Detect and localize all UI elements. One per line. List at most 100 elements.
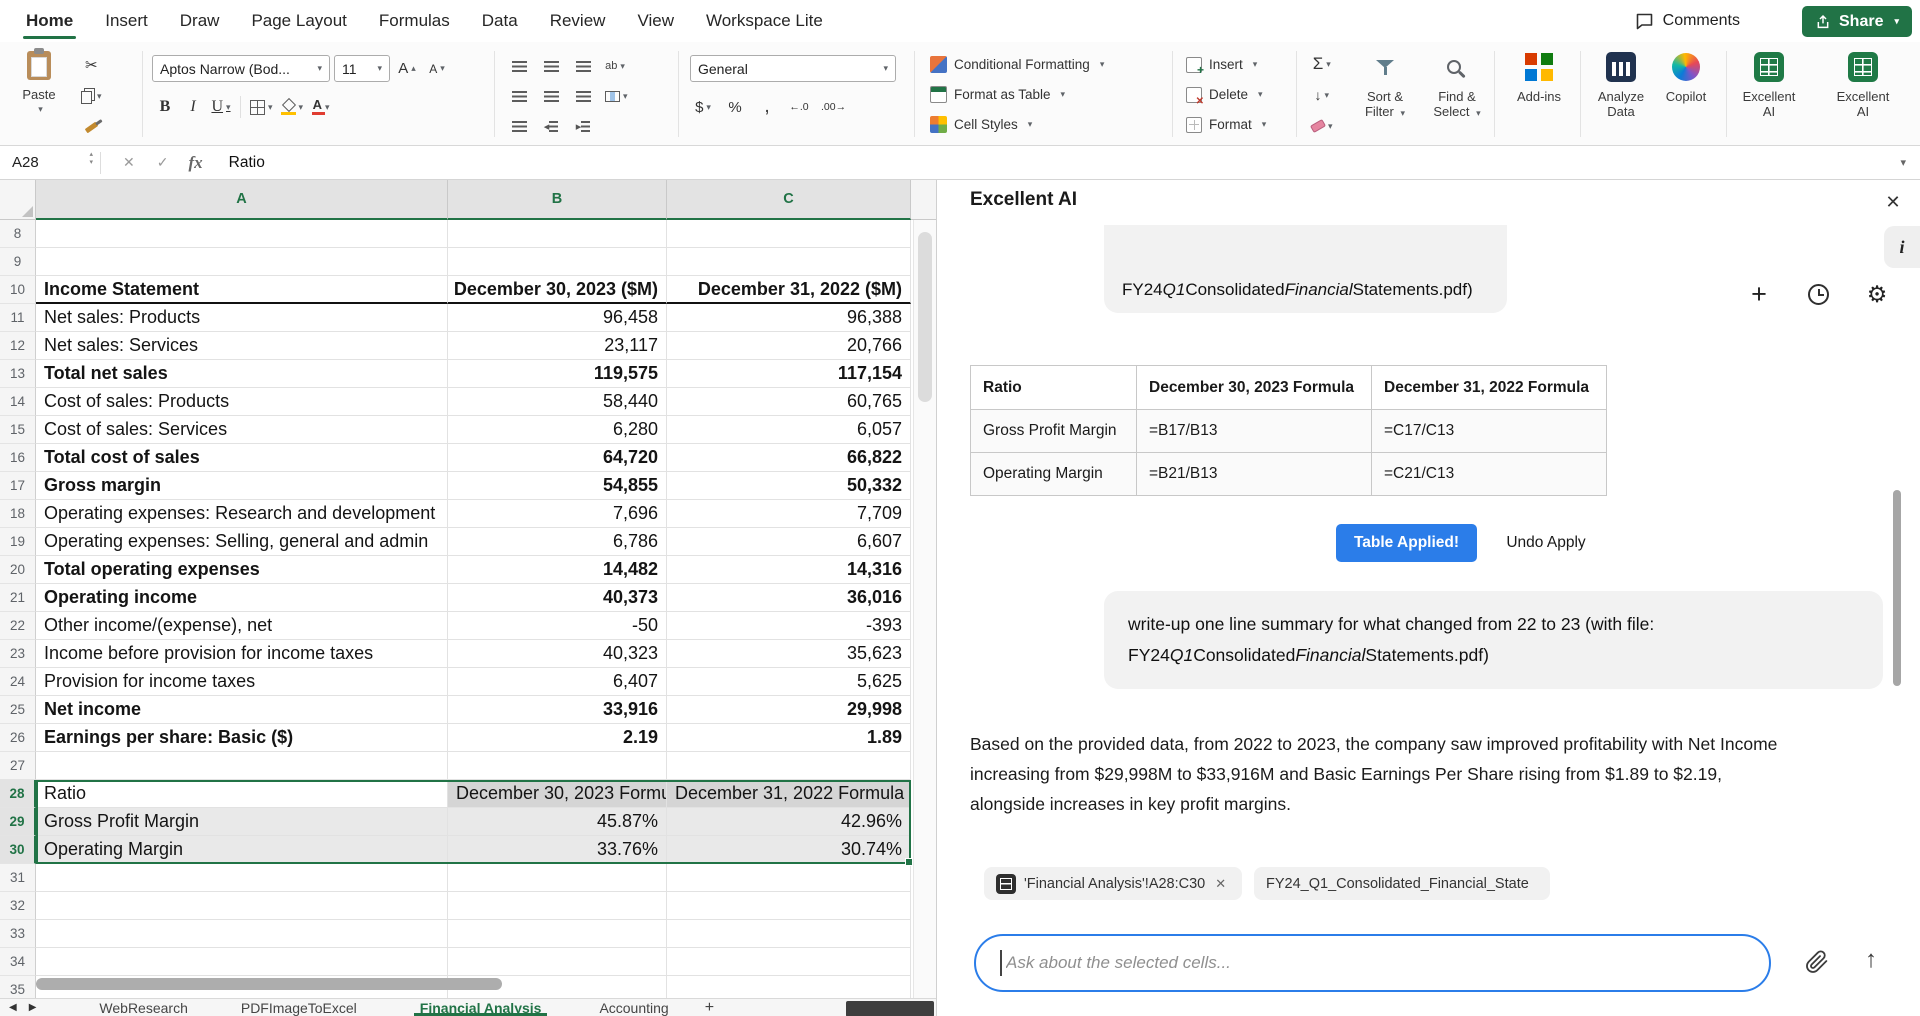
sheet-tab-webresearch[interactable]: WebResearch bbox=[85, 999, 201, 1016]
panel-scrollbar-thumb[interactable] bbox=[1893, 490, 1901, 686]
sheet-tab-pdfimagetoexcel[interactable]: PDFImageToExcel bbox=[227, 999, 371, 1016]
row-header-26[interactable]: 26 bbox=[0, 724, 36, 752]
percent-style-button[interactable]: % bbox=[722, 94, 748, 120]
cancel-entry-icon[interactable]: ✕ bbox=[123, 154, 135, 171]
font-color-button[interactable]: A▾ bbox=[308, 94, 334, 120]
cell-B10[interactable]: December 30, 2023 ($M) bbox=[448, 276, 667, 304]
cell-A11[interactable]: Net sales: Products bbox=[36, 304, 448, 332]
cell-A34[interactable] bbox=[36, 948, 448, 976]
cell-B25[interactable]: 33,916 bbox=[448, 696, 667, 724]
sort-filter-button[interactable]: Sort & Filter ▾ bbox=[1352, 50, 1418, 119]
row-header-14[interactable]: 14 bbox=[0, 388, 36, 416]
cell-C23[interactable]: 35,623 bbox=[667, 640, 911, 668]
fx-icon[interactable]: fx bbox=[188, 153, 202, 173]
cell-A16[interactable]: Total cost of sales bbox=[36, 444, 448, 472]
cell-A21[interactable]: Operating income bbox=[36, 584, 448, 612]
cell-B30[interactable]: 33.76% bbox=[448, 836, 667, 864]
select-all-corner[interactable] bbox=[0, 180, 36, 220]
cell-B33[interactable] bbox=[448, 920, 667, 948]
row-header-18[interactable]: 18 bbox=[0, 500, 36, 528]
cell-C14[interactable]: 60,765 bbox=[667, 388, 911, 416]
align-middle-button[interactable] bbox=[538, 53, 564, 79]
horizontal-scrollbar-thumb[interactable] bbox=[36, 978, 502, 990]
find-select-button[interactable]: Find & Select ▾ bbox=[1424, 50, 1490, 119]
history-button[interactable] bbox=[1802, 278, 1834, 310]
row-header-9[interactable]: 9 bbox=[0, 248, 36, 276]
sheet-tab-financial-analysis[interactable]: Financial Analysis bbox=[406, 999, 556, 1016]
sheet-nav-right-icon[interactable]: ▶ bbox=[29, 1002, 37, 1013]
row-header-10[interactable]: 10 bbox=[0, 276, 36, 304]
cell-B15[interactable]: 6,280 bbox=[448, 416, 667, 444]
bold-button[interactable]: B bbox=[152, 94, 178, 120]
cell-B28[interactable]: December 30, 2023 Formula bbox=[448, 780, 667, 808]
accounting-format-button[interactable]: $▾ bbox=[690, 94, 716, 120]
send-button[interactable]: ↑ bbox=[1855, 944, 1887, 976]
menu-tab-insert[interactable]: Insert bbox=[89, 0, 164, 42]
cell-A15[interactable]: Cost of sales: Services bbox=[36, 416, 448, 444]
row-header-22[interactable]: 22 bbox=[0, 612, 36, 640]
cell-B31[interactable] bbox=[448, 864, 667, 892]
cell-C10[interactable]: December 31, 2022 ($M) bbox=[667, 276, 911, 304]
align-left-button[interactable] bbox=[506, 83, 532, 109]
cell-C21[interactable]: 36,016 bbox=[667, 584, 911, 612]
merge-center-button[interactable]: ▾ bbox=[602, 83, 631, 109]
paste-button[interactable]: Paste ▾ bbox=[10, 48, 68, 114]
row-header-8[interactable]: 8 bbox=[0, 220, 36, 248]
column-header-C[interactable]: C bbox=[667, 180, 911, 220]
cell-A9[interactable] bbox=[36, 248, 448, 276]
cell-C11[interactable]: 96,388 bbox=[667, 304, 911, 332]
align-right-button[interactable] bbox=[570, 83, 596, 109]
cell-styles-button[interactable]: Cell Styles▾ bbox=[930, 111, 1166, 138]
chip-close-icon[interactable]: ✕ bbox=[1215, 876, 1226, 892]
vertical-scrollbar-thumb[interactable] bbox=[918, 232, 932, 402]
cell-A12[interactable]: Net sales: Services bbox=[36, 332, 448, 360]
menu-tab-view[interactable]: View bbox=[621, 0, 690, 42]
cell-A24[interactable]: Provision for income taxes bbox=[36, 668, 448, 696]
cell-C32[interactable] bbox=[667, 892, 911, 920]
row-header-13[interactable]: 13 bbox=[0, 360, 36, 388]
cell-A30[interactable]: Operating Margin bbox=[36, 836, 448, 864]
name-box[interactable]: A28 ▴▾ bbox=[0, 146, 100, 179]
comma-style-button[interactable]: , bbox=[754, 94, 780, 120]
fill-handle[interactable] bbox=[905, 858, 913, 866]
menu-tab-home[interactable]: Home bbox=[10, 0, 89, 42]
cell-B34[interactable] bbox=[448, 948, 667, 976]
cell-B12[interactable]: 23,117 bbox=[448, 332, 667, 360]
cell-B18[interactable]: 7,696 bbox=[448, 500, 667, 528]
format-as-table-button[interactable]: Format as Table▾ bbox=[930, 81, 1166, 108]
insert-cells-button[interactable]: Insert▾ bbox=[1186, 51, 1292, 78]
decrease-indent-button[interactable]: ◂ bbox=[538, 113, 564, 139]
menu-tab-review[interactable]: Review bbox=[534, 0, 622, 42]
add-sheet-button[interactable]: + bbox=[695, 999, 724, 1016]
row-header-12[interactable]: 12 bbox=[0, 332, 36, 360]
context-chip-2[interactable]: FY24_Q1_Consolidated_Financial_State bbox=[1254, 867, 1550, 900]
addins-button[interactable]: Add-ins bbox=[1506, 50, 1572, 104]
settings-button[interactable]: ⚙ bbox=[1861, 278, 1893, 310]
row-header-17[interactable]: 17 bbox=[0, 472, 36, 500]
cell-A27[interactable] bbox=[36, 752, 448, 780]
borders-button[interactable]: ▾ bbox=[247, 94, 276, 120]
clear-button[interactable]: ▾ bbox=[1308, 113, 1336, 139]
grow-font-button[interactable]: A▴ bbox=[394, 56, 420, 82]
menu-tab-draw[interactable]: Draw bbox=[164, 0, 236, 42]
panel-close-icon[interactable]: ✕ bbox=[1878, 187, 1908, 217]
align-top-button[interactable] bbox=[506, 53, 532, 79]
cell-A33[interactable] bbox=[36, 920, 448, 948]
cell-B27[interactable] bbox=[448, 752, 667, 780]
cell-A29[interactable]: Gross Profit Margin bbox=[36, 808, 448, 836]
menu-tab-workspace-lite[interactable]: Workspace Lite bbox=[690, 0, 839, 42]
cell-B21[interactable]: 40,373 bbox=[448, 584, 667, 612]
ask-input[interactable] bbox=[974, 934, 1771, 992]
row-header-24[interactable]: 24 bbox=[0, 668, 36, 696]
italic-button[interactable]: I bbox=[180, 94, 206, 120]
cell-C22[interactable]: -393 bbox=[667, 612, 911, 640]
excellent-ai-button[interactable]: Excellent AI bbox=[1737, 50, 1801, 119]
fill-button[interactable]: ↓▾ bbox=[1308, 82, 1336, 108]
context-chip-1[interactable]: 'Financial Analysis'!A28:C30✕ bbox=[984, 867, 1242, 900]
cell-B14[interactable]: 58,440 bbox=[448, 388, 667, 416]
cell-A32[interactable] bbox=[36, 892, 448, 920]
cell-C17[interactable]: 50,332 bbox=[667, 472, 911, 500]
row-header-23[interactable]: 23 bbox=[0, 640, 36, 668]
cell-A20[interactable]: Total operating expenses bbox=[36, 556, 448, 584]
cell-B17[interactable]: 54,855 bbox=[448, 472, 667, 500]
